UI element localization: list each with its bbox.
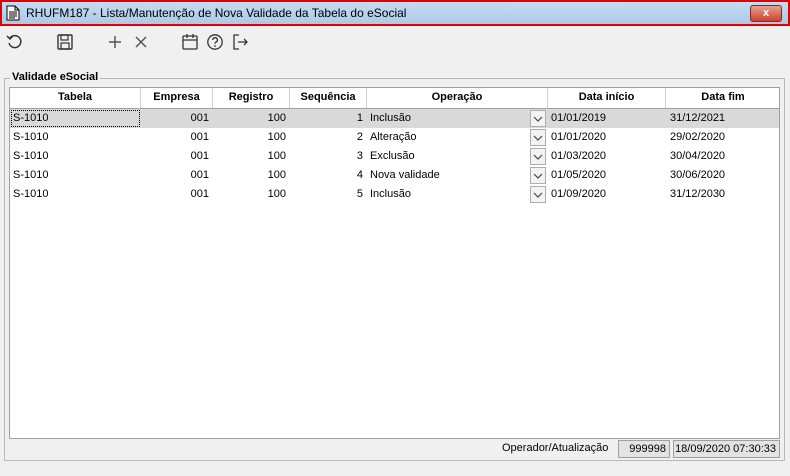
cell-tabela[interactable]: S-1010 [10,147,141,166]
header-sequencia[interactable]: Sequência [290,88,367,108]
cell-operacao[interactable]: Exclusão [367,147,530,166]
title-bar[interactable]: RHUFM187 - Lista/Manutenção de Nova Vali… [0,0,790,26]
cell-registro[interactable]: 100 [213,109,290,128]
header-data-inicio[interactable]: Data início [548,88,666,108]
cell-sequencia[interactable]: 2 [290,128,367,147]
cell-empresa[interactable]: 001 [141,166,213,185]
cell-operacao[interactable]: Inclusão [367,109,530,128]
cell-data-inicio[interactable]: 01/01/2019 [548,109,666,128]
operacao-dropdown-button[interactable] [530,186,546,203]
cell-data-inicio[interactable]: 01/01/2020 [548,128,666,147]
grid-header: Tabela Empresa Registro Sequência Operaç… [10,88,779,109]
cell-data-inicio[interactable]: 01/09/2020 [548,185,666,204]
cell-tabela[interactable]: S-1010 [10,109,141,128]
chevron-down-icon [533,173,543,179]
operator-field: 999998 [618,440,670,458]
save-icon[interactable] [55,32,75,52]
cell-empresa[interactable]: 001 [141,147,213,166]
operacao-dropdown-button[interactable] [530,148,546,165]
cell-sequencia[interactable]: 4 [290,166,367,185]
cell-registro[interactable]: 100 [213,166,290,185]
cell-operacao[interactable]: Nova validade [367,166,530,185]
cell-data-fim[interactable]: 30/04/2020 [666,147,779,166]
refresh-icon[interactable] [5,32,25,52]
add-icon[interactable] [105,32,125,52]
cell-empresa[interactable]: 001 [141,109,213,128]
calendar-icon[interactable] [180,32,200,52]
table-row[interactable]: S-1010 001 100 5 Inclusão 01/09/2020 31/… [10,185,779,204]
cell-empresa[interactable]: 001 [141,128,213,147]
document-icon [6,5,20,21]
operacao-dropdown-button[interactable] [530,110,546,127]
window-title: RHUFM187 - Lista/Manutenção de Nova Vali… [26,6,407,20]
header-empresa[interactable]: Empresa [141,88,213,108]
cell-registro[interactable]: 100 [213,185,290,204]
header-registro[interactable]: Registro [213,88,290,108]
header-operacao[interactable]: Operação [367,88,548,108]
cell-operacao[interactable]: Inclusão [367,185,530,204]
cell-sequencia[interactable]: 5 [290,185,367,204]
delete-icon[interactable] [131,32,151,52]
cell-sequencia[interactable]: 3 [290,147,367,166]
close-button[interactable]: x [750,5,782,22]
cell-data-fim[interactable]: 29/02/2020 [666,128,779,147]
operator-update-label: Operador/Atualização [502,442,609,454]
cell-operacao[interactable]: Alteração [367,128,530,147]
chevron-down-icon [533,116,543,122]
group-label: Validade eSocial [10,71,101,83]
operacao-dropdown-button[interactable] [530,167,546,184]
cell-data-inicio[interactable]: 01/05/2020 [548,166,666,185]
cell-data-fim[interactable]: 31/12/2021 [666,109,779,128]
cell-tabela[interactable]: S-1010 [10,185,141,204]
data-grid[interactable]: Tabela Empresa Registro Sequência Operaç… [9,87,780,439]
chevron-down-icon [533,135,543,141]
cell-tabela[interactable]: S-1010 [10,166,141,185]
table-row[interactable]: S-1010 001 100 4 Nova validade 01/05/202… [10,166,779,185]
cell-registro[interactable]: 100 [213,128,290,147]
cell-data-fim[interactable]: 31/12/2030 [666,185,779,204]
cell-tabela[interactable]: S-1010 [10,128,141,147]
cell-registro[interactable]: 100 [213,147,290,166]
help-icon[interactable] [205,32,225,52]
header-data-fim[interactable]: Data fim [666,88,779,108]
table-row[interactable]: S-1010 001 100 3 Exclusão 01/03/2020 30/… [10,147,779,166]
table-row[interactable]: S-1010 001 100 2 Alteração 01/01/2020 29… [10,128,779,147]
cell-empresa[interactable]: 001 [141,185,213,204]
cell-sequencia[interactable]: 1 [290,109,367,128]
cell-data-inicio[interactable]: 01/03/2020 [548,147,666,166]
header-tabela[interactable]: Tabela [10,88,141,108]
toolbar [0,27,790,57]
chevron-down-icon [533,192,543,198]
chevron-down-icon [533,154,543,160]
operacao-dropdown-button[interactable] [530,129,546,146]
cell-data-fim[interactable]: 30/06/2020 [666,166,779,185]
exit-icon[interactable] [230,32,250,52]
table-row[interactable]: S-1010 001 100 1 Inclusão 01/01/2019 31/… [10,109,779,128]
update-timestamp-field: 18/09/2020 07:30:33 [673,440,780,458]
